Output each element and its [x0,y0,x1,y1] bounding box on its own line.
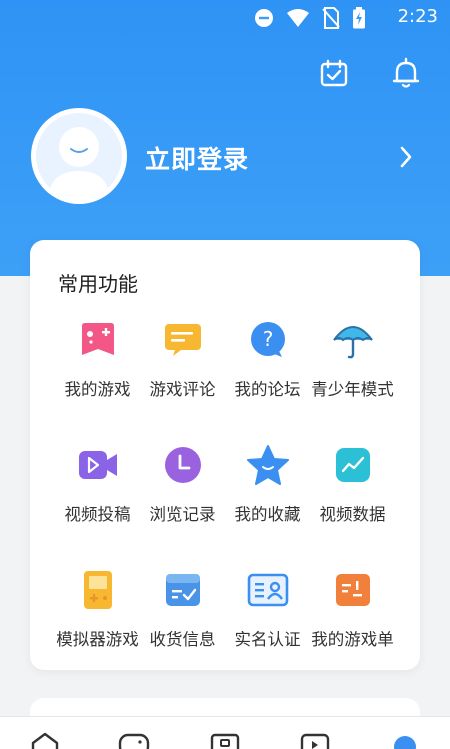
youth-mode-item[interactable]: 青少年模式 [310,318,395,443]
item-label: 收货信息 [149,630,216,649]
my-forum-item[interactable]: ? 我的论坛 [225,318,310,443]
item-label: 浏览记录 [149,505,216,524]
do-not-disturb-icon [254,8,274,28]
star-icon [246,443,290,487]
item-label: 我的游戏单 [311,630,394,649]
no-sim-icon [322,7,340,29]
item-label: 模拟器游戏 [56,630,139,649]
item-label: 视频数据 [319,505,386,524]
common-functions-card: 常用功能 我的游戏 游戏评论 ? 我的论坛 青少年模式 视频投稿 浏览记录 我的… [30,240,420,670]
gamepad-icon [76,318,120,362]
forum-question-icon: ? [246,318,290,362]
clock-icon [161,443,205,487]
delivery-box-icon [161,568,205,612]
item-label: 游戏评论 [149,380,216,399]
wifi-icon [286,8,310,28]
id-card-icon [246,568,290,612]
svg-text:?: ? [262,327,273,351]
item-label: 我的游戏 [64,380,131,399]
bell-icon [392,57,420,88]
section-title: 常用功能 [58,272,138,296]
default-avatar-icon [48,127,110,199]
emulator-games-item[interactable]: 模拟器游戏 [55,568,140,693]
game-list-icon [331,568,375,612]
my-game-list-item[interactable]: 我的游戏单 [310,568,395,693]
phone-icon [210,733,240,749]
trend-chart-icon [331,443,375,487]
video-submission-item[interactable]: 视频投稿 [55,443,140,568]
comment-icon [161,318,205,362]
status-time: 2:23 [397,6,438,27]
bottom-tab-bar [0,716,450,749]
item-label: 实名认证 [234,630,301,649]
browsing-history-item[interactable]: 浏览记录 [140,443,225,568]
umbrella-icon [331,318,375,362]
video-camera-icon [76,443,120,487]
check-in-calendar-button[interactable] [318,57,350,89]
avatar[interactable] [31,108,127,204]
tab-home[interactable] [30,731,60,749]
my-games-item[interactable]: 我的游戏 [55,318,140,443]
status-bar: 2:23 [0,0,450,36]
video-play-icon [300,733,330,749]
item-label: 青少年模式 [311,380,394,399]
handheld-console-icon [76,568,120,612]
item-label: 视频投稿 [64,505,131,524]
chevron-right-icon[interactable] [398,145,414,173]
game-comments-item[interactable]: 游戏评论 [140,318,225,443]
battery-charging-icon [352,7,366,29]
shipping-info-item[interactable]: 收货信息 [140,568,225,693]
my-favorites-item[interactable]: 我的收藏 [225,443,310,568]
tab-video[interactable] [300,731,330,749]
game-controller-icon [118,733,150,749]
tab-games[interactable] [118,731,150,749]
real-name-verification-item[interactable]: 实名认证 [225,568,310,693]
item-label: 我的论坛 [234,380,301,399]
tab-mine[interactable] [390,731,420,749]
profile-icon [394,736,416,749]
video-data-item[interactable]: 视频数据 [310,443,395,568]
tab-square[interactable] [210,731,240,749]
login-link[interactable]: 立即登录 [145,140,249,176]
calendar-check-icon [320,59,348,87]
item-label: 我的收藏 [234,505,301,524]
home-icon [31,732,59,749]
notifications-button[interactable] [390,57,422,89]
